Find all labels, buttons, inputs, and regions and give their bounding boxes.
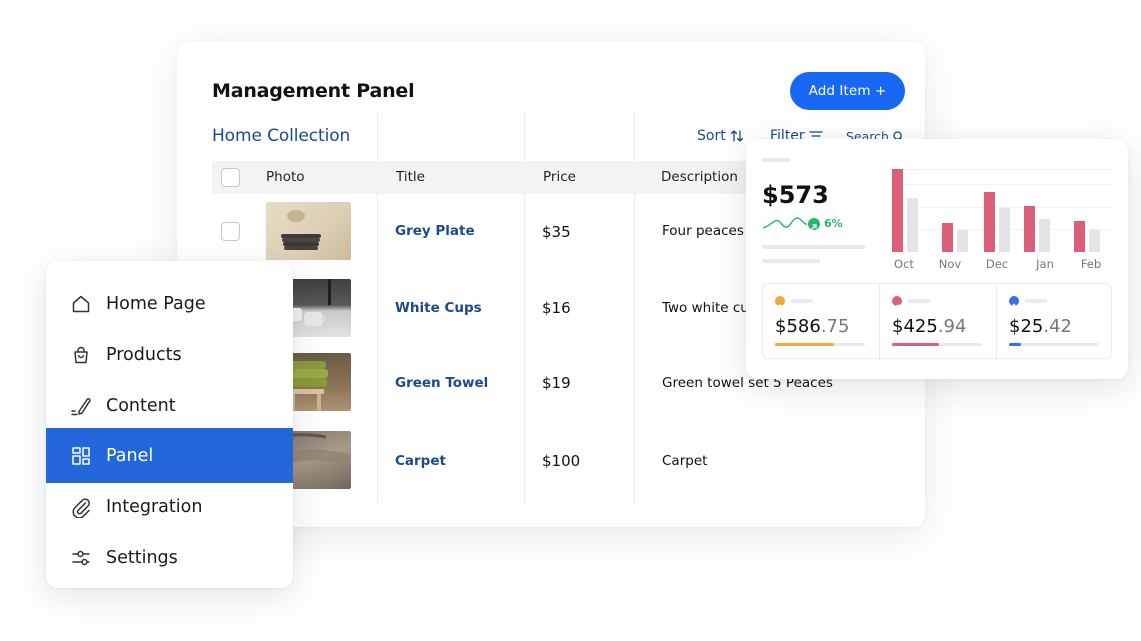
chart-gridline: [890, 169, 1112, 170]
sidebar-item-home-page[interactable]: Home Page: [46, 276, 293, 331]
row-description: Two white cu: [662, 300, 747, 316]
placeholder-line: [762, 245, 866, 249]
chart-bar-primary: [984, 192, 995, 252]
paperclip-icon: [72, 497, 90, 518]
row-price: $19: [542, 374, 571, 392]
month-label: Feb: [1080, 257, 1102, 271]
sliders-icon: [72, 550, 90, 565]
placeholder-line: [791, 299, 813, 303]
bag-icon: [74, 346, 88, 363]
placeholder-line: [762, 158, 790, 162]
change-percent: 6%: [824, 217, 843, 230]
stat-value-whole: $425: [892, 316, 938, 337]
stat-value-whole: $586: [775, 316, 821, 337]
sort-arrows-icon: [730, 130, 743, 142]
dashboard-icon: [72, 446, 90, 465]
trend-sparkline-icon: [762, 217, 808, 229]
add-item-button[interactable]: Add Item +: [790, 72, 905, 110]
sidebar-item-panel[interactable]: Panel: [46, 428, 293, 483]
sidebar-item-content[interactable]: Content: [46, 378, 293, 433]
stat-value: $586.75: [775, 316, 849, 337]
stat-card: $425.94: [880, 284, 996, 360]
month-label: Oct: [894, 257, 914, 271]
month-label: Dec: [985, 257, 1009, 271]
stat-progress-track: [775, 343, 865, 346]
stat-progress-fill: [1009, 343, 1021, 346]
row-price: $16: [542, 299, 571, 317]
sort-label: Sort: [697, 128, 726, 144]
select-all-checkbox[interactable]: [221, 168, 240, 187]
column-header-title: Title: [396, 169, 425, 185]
chart-bar-secondary: [999, 208, 1010, 252]
sidebar-item-label: Integration: [106, 496, 203, 517]
trend-icon: [892, 296, 902, 308]
row-title[interactable]: Green Towel: [395, 375, 488, 391]
stat-value-cents: .94: [937, 316, 967, 337]
sidebar-item-settings[interactable]: Settings: [46, 530, 293, 585]
chart-gridline: [890, 184, 1112, 185]
trend-up-icon: [808, 218, 820, 230]
chart-bar-primary: [942, 223, 953, 252]
row-title[interactable]: Grey Plate: [395, 223, 475, 239]
row-price: $35: [542, 223, 571, 241]
column-header-price: Price: [543, 169, 576, 185]
month-label: Nov: [938, 257, 962, 271]
stat-value-cents: .75: [820, 316, 850, 337]
sidebar-item-label: Home Page: [106, 293, 206, 314]
analytics-card: $573 6% Oct Nov Dec Jan Feb $586.75 $425…: [746, 139, 1128, 379]
chart-bar-primary: [892, 169, 903, 252]
sidebar-item-label: Panel: [106, 445, 154, 466]
sidebar-item-integration[interactable]: Integration: [46, 479, 293, 534]
product-photo-grey-plate: [266, 202, 351, 260]
stat-progress-fill: [892, 343, 939, 346]
stats-summary: $586.75 $425.94 $25.42: [762, 283, 1113, 360]
placeholder-line: [1025, 299, 1047, 303]
collection-title: Home Collection: [212, 126, 351, 146]
stat-value-whole: $25: [1009, 316, 1044, 337]
stat-progress-fill: [775, 343, 834, 346]
drop-icon: [1009, 296, 1019, 309]
stat-card: $25.42: [997, 284, 1113, 360]
stat-value: $425.94: [892, 316, 966, 337]
chart-bar-primary: [1074, 221, 1085, 252]
sort-button[interactable]: Sort: [697, 128, 744, 144]
sidebar-nav: Home Page Products Content Panel Integra…: [46, 261, 293, 588]
chart-bar-secondary: [1089, 230, 1100, 252]
home-icon: [72, 295, 90, 312]
sidebar-item-label: Content: [106, 395, 176, 416]
column-header-photo: Photo: [266, 169, 305, 185]
chart-bar-secondary: [957, 230, 968, 252]
chart-bar-primary: [1024, 206, 1035, 252]
stat-value-cents: .42: [1043, 316, 1072, 337]
pen-icon: [71, 397, 91, 415]
sidebar-item-products[interactable]: Products: [46, 327, 293, 382]
row-description: Four peaces: [662, 223, 744, 239]
placeholder-line: [908, 299, 930, 303]
placeholder-line: [762, 259, 820, 263]
panel-title: Management Panel: [212, 80, 415, 102]
column-header-description: Description: [661, 169, 738, 185]
sidebar-item-label: Products: [106, 344, 182, 365]
month-label: Jan: [1036, 257, 1054, 271]
sidebar-item-label: Settings: [106, 547, 178, 568]
stat-value: $25.42: [1009, 316, 1072, 337]
row-title[interactable]: White Cups: [395, 300, 482, 316]
stat-card: $586.75: [763, 284, 879, 360]
chart-bar-secondary: [907, 198, 918, 252]
chart-bar-secondary: [1039, 219, 1050, 252]
total-value: $573: [762, 181, 829, 209]
row-description: Carpet: [662, 453, 708, 469]
play-icon: [775, 296, 785, 308]
row-price: $100: [542, 452, 581, 470]
row-title[interactable]: Carpet: [395, 453, 446, 469]
stat-progress-track: [892, 343, 982, 346]
row-checkbox[interactable]: [221, 222, 240, 241]
stat-progress-track: [1009, 343, 1099, 346]
